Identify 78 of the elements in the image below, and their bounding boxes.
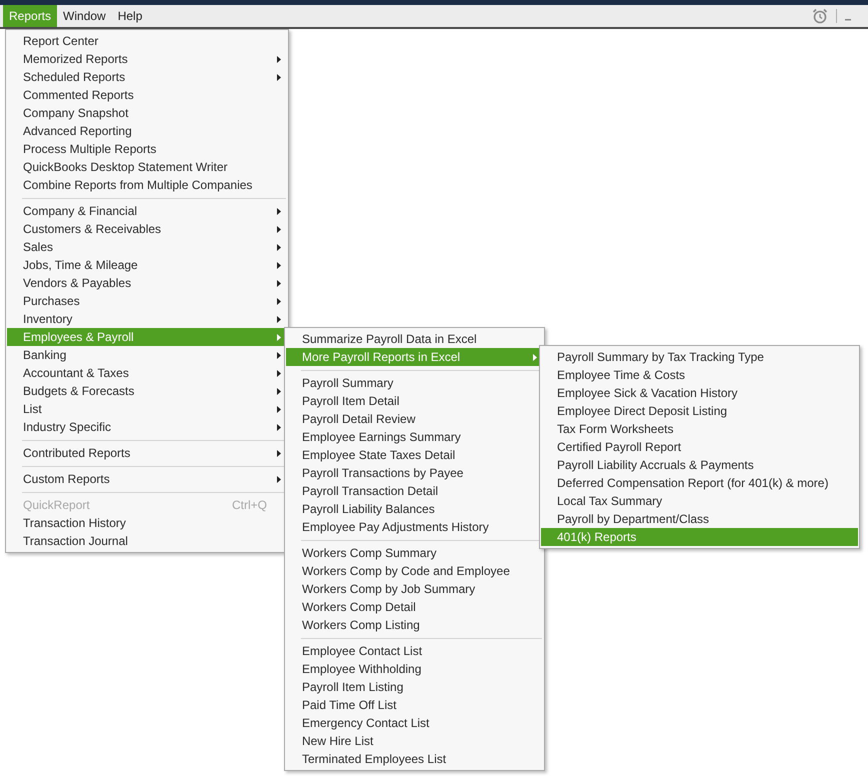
menu-bar-item[interactable]: Window [57, 5, 112, 27]
menu-item[interactable]: Combine Reports from Multiple Companies [7, 176, 287, 194]
menu-item[interactable]: Payroll Item Listing [286, 678, 543, 696]
submenu-arrow-icon [277, 280, 281, 286]
submenu-arrow-icon [277, 262, 281, 268]
menu-item[interactable]: Local Tax Summary [541, 492, 858, 510]
menu-item[interactable]: Customers & Receivables [7, 220, 287, 238]
menu-item[interactable]: Memorized Reports [7, 50, 287, 68]
submenu-arrow-icon [277, 388, 281, 394]
menu-item[interactable]: Deferred Compensation Report (for 401(k) & more) [541, 474, 858, 492]
menu-item[interactable]: Inventory [7, 310, 287, 328]
menu-item[interactable]: Payroll Summary by Tax Tracking Type [541, 348, 858, 366]
menu-bar-item[interactable]: Help [112, 5, 148, 27]
menu-item[interactable]: Paid Time Off List [286, 696, 543, 714]
menu-item[interactable]: Employee State Taxes Detail [286, 446, 543, 464]
menu-item[interactable]: Workers Comp Detail [286, 598, 543, 616]
menu-item[interactable]: Transaction History [7, 514, 287, 532]
menu-item[interactable]: Payroll Liability Accruals & Payments [541, 456, 858, 474]
submenu-arrow-icon [277, 56, 281, 62]
menu-item[interactable]: Summarize Payroll Data in Excel [286, 330, 543, 348]
menu-item[interactable]: List [7, 400, 287, 418]
menu-item[interactable]: Employee Contact List [286, 642, 543, 660]
submenu-arrow-icon [277, 226, 281, 232]
menu-item[interactable]: Payroll Detail Review [286, 410, 543, 428]
submenu-arrow-icon [277, 450, 281, 456]
menu-item[interactable]: New Hire List [286, 732, 543, 750]
menu-item[interactable]: Payroll Transactions by Payee [286, 464, 543, 482]
menu-item[interactable]: Contributed Reports [7, 444, 287, 462]
submenu-arrow-icon [277, 298, 281, 304]
menu-item[interactable]: Payroll by Department/Class [541, 510, 858, 528]
submenu-arrow-icon [277, 316, 281, 322]
menu-item[interactable]: Payroll Summary [286, 374, 543, 392]
menu-item[interactable]: Transaction Journal [7, 532, 287, 550]
submenu-arrow-icon [533, 354, 537, 360]
alarm-clock-icon[interactable] [812, 8, 828, 24]
menu-item[interactable]: Employee Withholding [286, 660, 543, 678]
menu-item[interactable]: Payroll Liability Balances [286, 500, 543, 518]
menu-item[interactable]: Employee Pay Adjustments History [286, 518, 543, 536]
submenu-arrow-icon [277, 476, 281, 482]
submenu-arrow-icon [277, 74, 281, 80]
submenu-arrow-icon [277, 352, 281, 358]
submenu-arrow-icon [277, 406, 281, 412]
submenu-arrow-icon [277, 334, 281, 340]
menu-item[interactable]: Vendors & Payables [7, 274, 287, 292]
menu-item[interactable]: Tax Form Worksheets [541, 420, 858, 438]
menu-item[interactable]: Workers Comp Listing [286, 616, 543, 634]
menu-item[interactable]: Industry Specific [7, 418, 287, 436]
menu-item[interactable]: Commented Reports [7, 86, 287, 104]
menu-item[interactable]: Scheduled Reports [7, 68, 287, 86]
menu-item[interactable]: Employee Earnings Summary [286, 428, 543, 446]
menu-item[interactable]: Company & Financial [7, 202, 287, 220]
menu-item[interactable]: Purchases [7, 292, 287, 310]
menu-item[interactable]: Report Center [7, 32, 287, 50]
menu-item[interactable]: Workers Comp by Code and Employee [286, 562, 543, 580]
submenu-arrow-icon [277, 370, 281, 376]
menu-item[interactable]: Company Snapshot [7, 104, 287, 122]
menu-item[interactable]: Workers Comp Summary [286, 544, 543, 562]
menu-item[interactable]: Emergency Contact List [286, 714, 543, 732]
submenu-arrow-icon [277, 424, 281, 430]
menu-item[interactable]: Certified Payroll Report [541, 438, 858, 456]
menu-item[interactable]: Jobs, Time & Mileage [7, 256, 287, 274]
menu-item[interactable]: Employee Time & Costs [541, 366, 858, 384]
menu-item[interactable]: Workers Comp by Job Summary [286, 580, 543, 598]
menu-item[interactable]: Advanced Reporting [7, 122, 287, 140]
submenu-arrow-icon [277, 208, 281, 214]
menu-item[interactable]: Employee Direct Deposit Listing [541, 402, 858, 420]
menu-item[interactable]: Custom Reports [7, 470, 287, 488]
menu-item[interactable]: Payroll Item Detail [286, 392, 543, 410]
menu-item[interactable]: Payroll Transaction Detail [286, 482, 543, 500]
menu-item[interactable]: Employee Sick & Vacation History [541, 384, 858, 402]
menu-item[interactable]: Terminated Employees List [286, 750, 543, 768]
menu-item[interactable]: Budgets & Forecasts [7, 382, 287, 400]
submenu-arrow-icon [277, 244, 281, 250]
menu-item[interactable]: Process Multiple Reports [7, 140, 287, 158]
menu-item[interactable]: QuickBooks Desktop Statement Writer [7, 158, 287, 176]
menu-item[interactable]: Sales [7, 238, 287, 256]
menu-item[interactable]: Accountant & Taxes [7, 364, 287, 382]
menu-item[interactable]: Banking [7, 346, 287, 364]
